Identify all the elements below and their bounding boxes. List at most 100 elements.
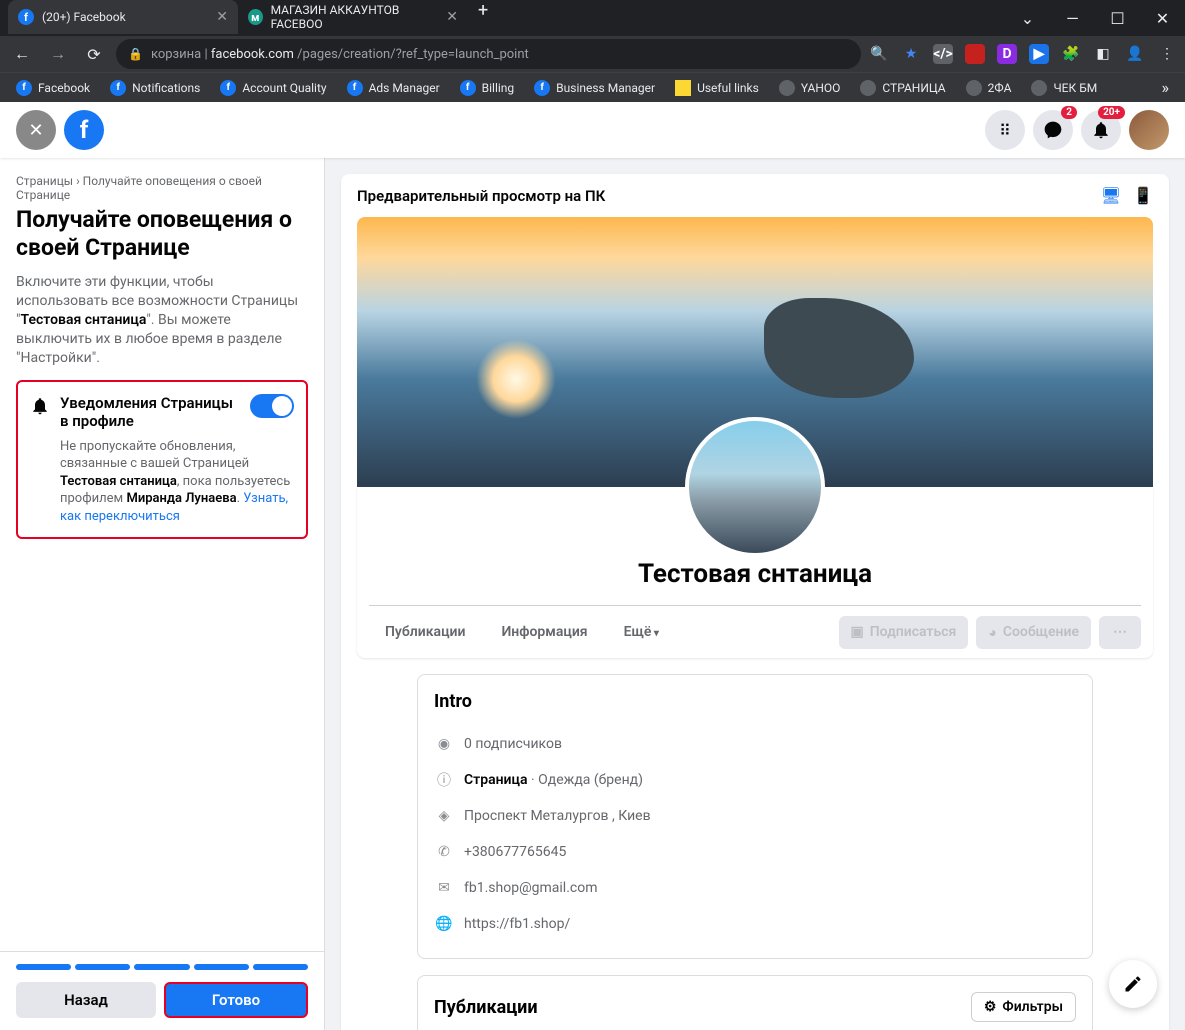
back-button[interactable]: ← [8,40,36,68]
badge: 20+ [1098,106,1125,119]
bookmark-item[interactable]: fBusiness Manager [526,76,663,100]
chevron-down-icon[interactable]: ⌄ [1005,3,1050,33]
facebook-logo[interactable]: f [64,110,104,150]
new-tab-button[interactable]: + [468,0,498,36]
toolbar-icons: 🔍 ★ </> D ▶ 🧩 ◧ 👤 ⋮ [869,44,1177,64]
bookmarks-overflow[interactable]: » [1154,78,1178,97]
bookmark-item[interactable]: fNotifications [102,76,208,100]
filter-button[interactable]: ⚙Фильтры [971,992,1076,1022]
sidebar-footer: Назад Готово [0,951,324,1030]
bookmark-item[interactable]: fAds Manager [339,76,448,100]
address-bar[interactable]: 🔒 корзина | facebook.com /pages/creation… [116,39,861,69]
minimize-icon[interactable]: — [1050,3,1095,33]
intro-phone: ✆+380677765645 [434,834,1076,870]
facebook-icon: f [110,80,126,96]
lock-icon: 🔒 [128,47,143,61]
intro-address: ◈Проспект Металургов , Киев [434,798,1076,834]
reload-button[interactable]: ⟳ [80,40,108,68]
star-icon[interactable]: ★ [901,44,921,64]
bookmark-item[interactable]: fAccount Quality [212,76,334,100]
preview-body: Тестовая снтаница Публикации Информация … [341,217,1169,1030]
device-toggle: 🖥 📱 [1101,186,1153,205]
bookmark-item[interactable]: YAHOO [771,76,849,100]
facebook-icon: f [16,80,32,96]
profile-avatar[interactable] [1129,110,1169,150]
main-content: Предварительный просмотр на ПК 🖥 📱 Тесто… [325,158,1185,1030]
extension-icon[interactable] [965,44,985,64]
profile-picture [685,417,825,557]
messenger-icon[interactable]: 2 [1033,110,1073,150]
page-description: Включите эти функции, чтобы использовать… [16,273,308,367]
intro-email: ✉fb1.shop@gmail.com [434,870,1076,906]
tab-title: МАГАЗИН АККАУНТОВ FACEBOO [271,3,439,31]
preview-card: Предварительный просмотр на ПК 🖥 📱 Тесто… [341,174,1169,1030]
back-button[interactable]: Назад [16,982,156,1018]
desktop-icon[interactable]: 🖥 [1101,186,1121,205]
extensions-icon[interactable]: 🧩 [1061,44,1081,64]
search-icon[interactable]: 🔍 [869,44,889,64]
mobile-icon[interactable]: 📱 [1133,186,1153,205]
phone-icon: ✆ [434,842,454,862]
profile-icon[interactable]: 👤 [1125,44,1145,64]
edit-fab[interactable] [1109,960,1157,1008]
tab-title: (20+) Facebook [42,10,126,24]
facebook-icon: f [460,80,476,96]
extension-icon[interactable]: ▶ [1029,44,1049,64]
menu-grid-icon[interactable]: ⠿ [985,110,1025,150]
toggle-switch[interactable] [250,394,294,418]
browser-tab[interactable]: м МАГАЗИН АККАУНТОВ FACEBOO ✕ [238,0,468,34]
sidebar-content: Страницы › Получайте оповещения о своей … [0,158,324,951]
extension-icon[interactable]: </> [933,44,953,64]
maximize-icon[interactable]: ☐ [1095,3,1140,33]
close-button[interactable]: ✕ [16,110,56,150]
intro-category: ⓘСтраница · Одежда (бренд) [434,762,1076,798]
intro-website: 🌐https://fb1.shop/ [434,906,1076,942]
bookmark-item[interactable]: СТРАНИЦА [852,76,953,100]
panel-icon[interactable]: ◧ [1093,44,1113,64]
more-button: ⋯ [1099,616,1141,649]
facebook-icon: f [534,80,550,96]
breadcrumb[interactable]: Страницы › Получайте оповещения о своей … [16,174,308,202]
browser-tab-active[interactable]: f (20+) Facebook ✕ [8,0,238,34]
site-icon [779,80,795,96]
intro-card: Intro ◉0 подписчиков ⓘСтраница · Одежда … [417,674,1093,959]
site-icon [860,80,876,96]
email-icon: ✉ [434,878,454,898]
browser-tabs: f (20+) Facebook ✕ м МАГАЗИН АККАУНТОВ F… [8,0,498,36]
preview-title: Предварительный просмотр на ПК [357,187,605,205]
card-body: Не пропускайте обновления, связанные с в… [60,438,294,526]
bookmark-item[interactable]: fFacebook [8,76,98,100]
browser-titlebar: f (20+) Facebook ✕ м МАГАЗИН АККАУНТОВ F… [0,0,1185,36]
header-actions: ⠿ 2 20+ [985,110,1169,150]
page-actions: ▣Подписаться ◕Сообщение ⋯ [839,616,1141,649]
tab-more[interactable]: Ещё [608,610,675,654]
bookmark-item[interactable]: Useful links [667,76,767,100]
app-body: Страницы › Получайте оповещения о своей … [0,158,1185,1030]
bookmark-item[interactable]: fBilling [452,76,523,100]
facebook-header: ✕ f ⠿ 2 20+ [0,102,1185,158]
bookmark-item[interactable]: ЧЕК БМ [1023,76,1105,100]
close-window-icon[interactable]: ✕ [1140,3,1185,33]
url-prefix: корзина [151,47,201,62]
folder-icon [675,80,691,96]
close-icon[interactable]: ✕ [216,9,228,25]
info-icon: ⓘ [434,770,454,790]
check-icon: ◉ [434,734,454,754]
menu-icon[interactable]: ⋮ [1157,44,1177,64]
extension-icon[interactable]: D [997,44,1017,64]
badge: 2 [1061,106,1077,119]
bookmark-item[interactable]: 2ФА [958,76,1020,100]
close-icon[interactable]: ✕ [446,9,458,25]
messenger-icon: ◕ [988,624,996,641]
intro-title: Intro [434,691,1076,712]
tab-publications[interactable]: Публикации [369,610,481,654]
publications-title: Публикации [434,997,538,1018]
tab-info[interactable]: Информация [485,610,603,654]
facebook-favicon: f [18,9,34,25]
facebook-icon: f [220,80,236,96]
done-button[interactable]: Готово [164,982,308,1018]
facebook-icon: f [347,80,363,96]
bookmarks-bar: fFacebook fNotifications fAccount Qualit… [0,72,1185,102]
notifications-icon[interactable]: 20+ [1081,110,1121,150]
card-header: Уведомления Страницы в профиле [30,394,294,430]
